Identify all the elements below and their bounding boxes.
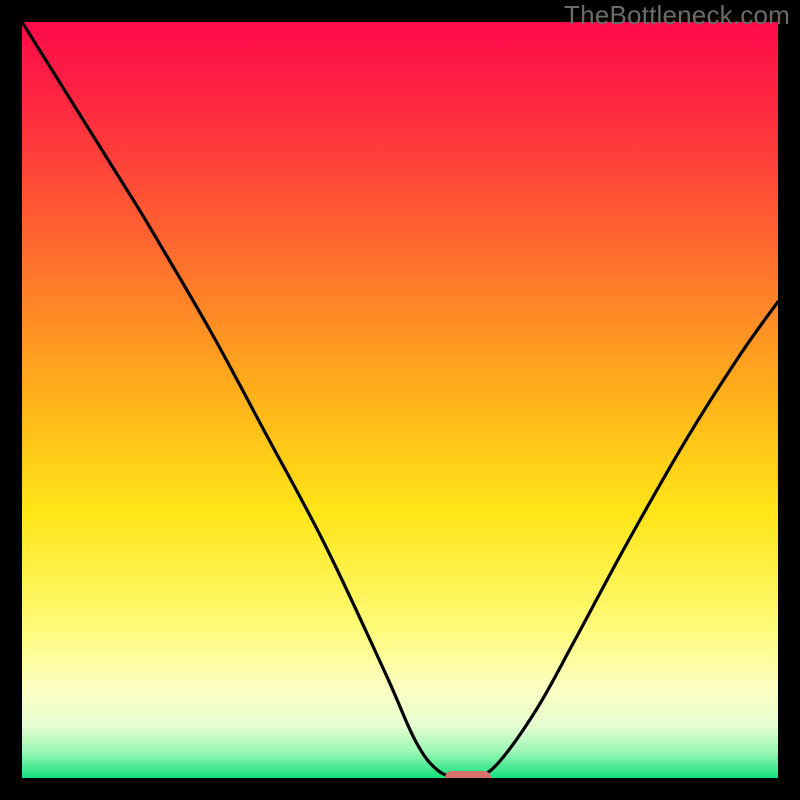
chart-plot-area (22, 22, 778, 778)
chart-frame: TheBottleneck.com (0, 0, 800, 800)
chart-svg (22, 22, 778, 778)
gradient-background (22, 22, 778, 778)
attribution-label: TheBottleneck.com (564, 0, 790, 31)
optimal-marker (445, 771, 490, 778)
